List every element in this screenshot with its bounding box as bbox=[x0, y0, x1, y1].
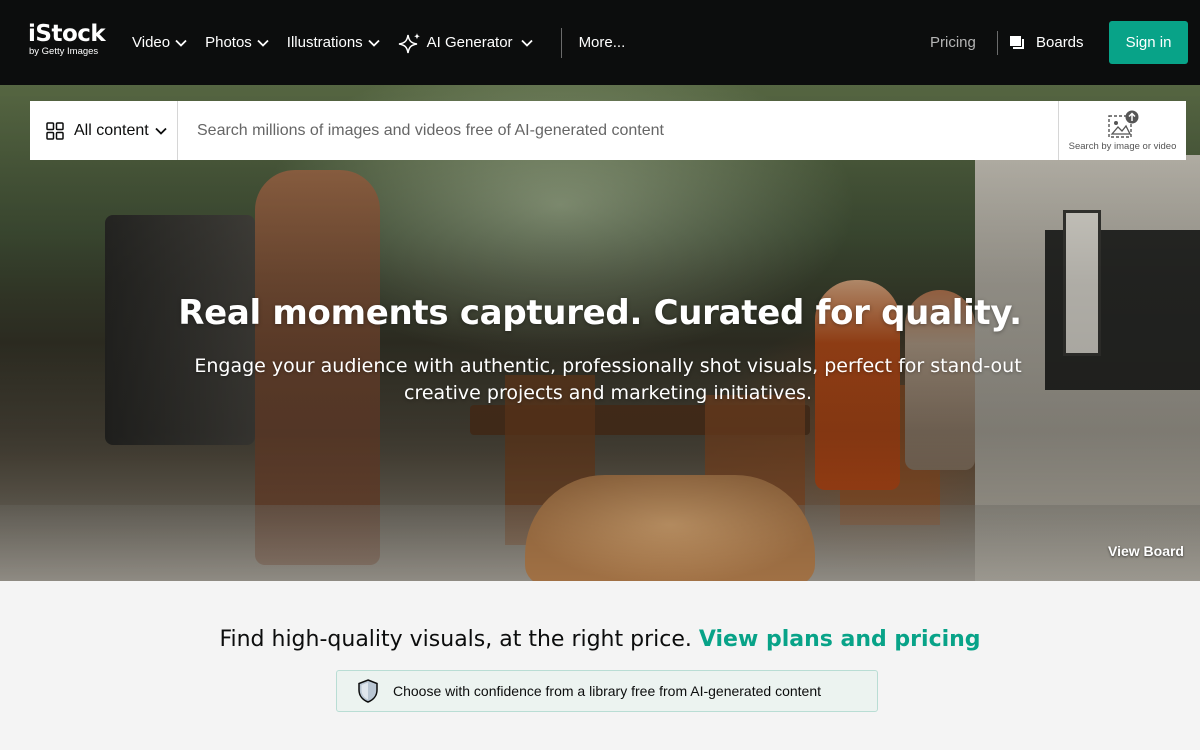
chevron-down-icon bbox=[175, 39, 187, 47]
boards-label: Boards bbox=[1036, 34, 1084, 51]
hero-subtitle: Engage your audience with authentic, pro… bbox=[194, 355, 1022, 404]
sparkle-icon bbox=[398, 32, 420, 53]
nav-item-label: Illustrations bbox=[286, 34, 363, 51]
shield-icon bbox=[358, 679, 378, 703]
grid-icon bbox=[46, 121, 64, 140]
search-input[interactable] bbox=[178, 100, 1058, 161]
chevron-down-icon bbox=[520, 39, 533, 47]
nav-item-video[interactable]: Video bbox=[132, 34, 187, 51]
chevron-down-icon bbox=[257, 39, 269, 47]
search-bar: All content Search by image or video bbox=[30, 100, 1186, 161]
chevron-down-icon bbox=[155, 127, 167, 135]
nav-item-ai-generator[interactable]: AI Generator bbox=[398, 32, 533, 54]
content-type-select[interactable]: All content bbox=[30, 101, 178, 160]
search-by-image-label: Search by image or video bbox=[1068, 140, 1177, 152]
pricing-callout-text: Find high-quality visuals, at the right … bbox=[219, 627, 692, 652]
nav-item-illustrations[interactable]: Illustrations bbox=[287, 34, 380, 51]
sign-in-button[interactable]: Sign in bbox=[1109, 21, 1188, 64]
view-plans-link[interactable]: View plans and pricing bbox=[699, 627, 981, 652]
top-navigation: iStock by Getty Images Video Photos Illu… bbox=[0, 0, 1200, 85]
nav-item-label: Video bbox=[132, 34, 171, 51]
search-by-image-button[interactable]: Search by image or video bbox=[1058, 101, 1186, 160]
nav-item-label: Photos bbox=[205, 34, 252, 51]
istock-logo[interactable]: iStock by Getty Images bbox=[28, 21, 106, 57]
chevron-down-icon bbox=[368, 39, 380, 47]
pricing-callout: Find high-quality visuals, at the right … bbox=[0, 627, 1200, 652]
ai-free-notice-text: Choose with confidence from a library fr… bbox=[393, 683, 821, 699]
nav-item-photos[interactable]: Photos bbox=[205, 34, 269, 51]
content-type-label: All content bbox=[74, 121, 149, 139]
view-board-link[interactable]: View Board bbox=[1108, 543, 1184, 559]
nav-item-more[interactable]: More... bbox=[579, 34, 626, 51]
hero-title: Real moments captured. Curated for quali… bbox=[178, 293, 1022, 333]
boards-link[interactable]: Boards bbox=[1010, 34, 1084, 51]
boards-icon bbox=[1010, 35, 1024, 49]
logo-tagline: by Getty Images bbox=[29, 46, 99, 57]
image-upload-icon bbox=[1107, 110, 1138, 138]
pricing-link[interactable]: Pricing bbox=[930, 34, 976, 51]
nav-divider bbox=[560, 27, 562, 58]
ai-free-notice: Choose with confidence from a library fr… bbox=[336, 670, 878, 712]
nav-divider bbox=[997, 31, 998, 55]
main-nav: Video Photos Illustrations AI Generator … bbox=[132, 0, 625, 85]
hero-section: All content Search by image or video Rea… bbox=[0, 85, 1200, 581]
logo-wordmark: iStock bbox=[28, 21, 106, 47]
nav-item-label: AI Generator bbox=[426, 34, 513, 51]
